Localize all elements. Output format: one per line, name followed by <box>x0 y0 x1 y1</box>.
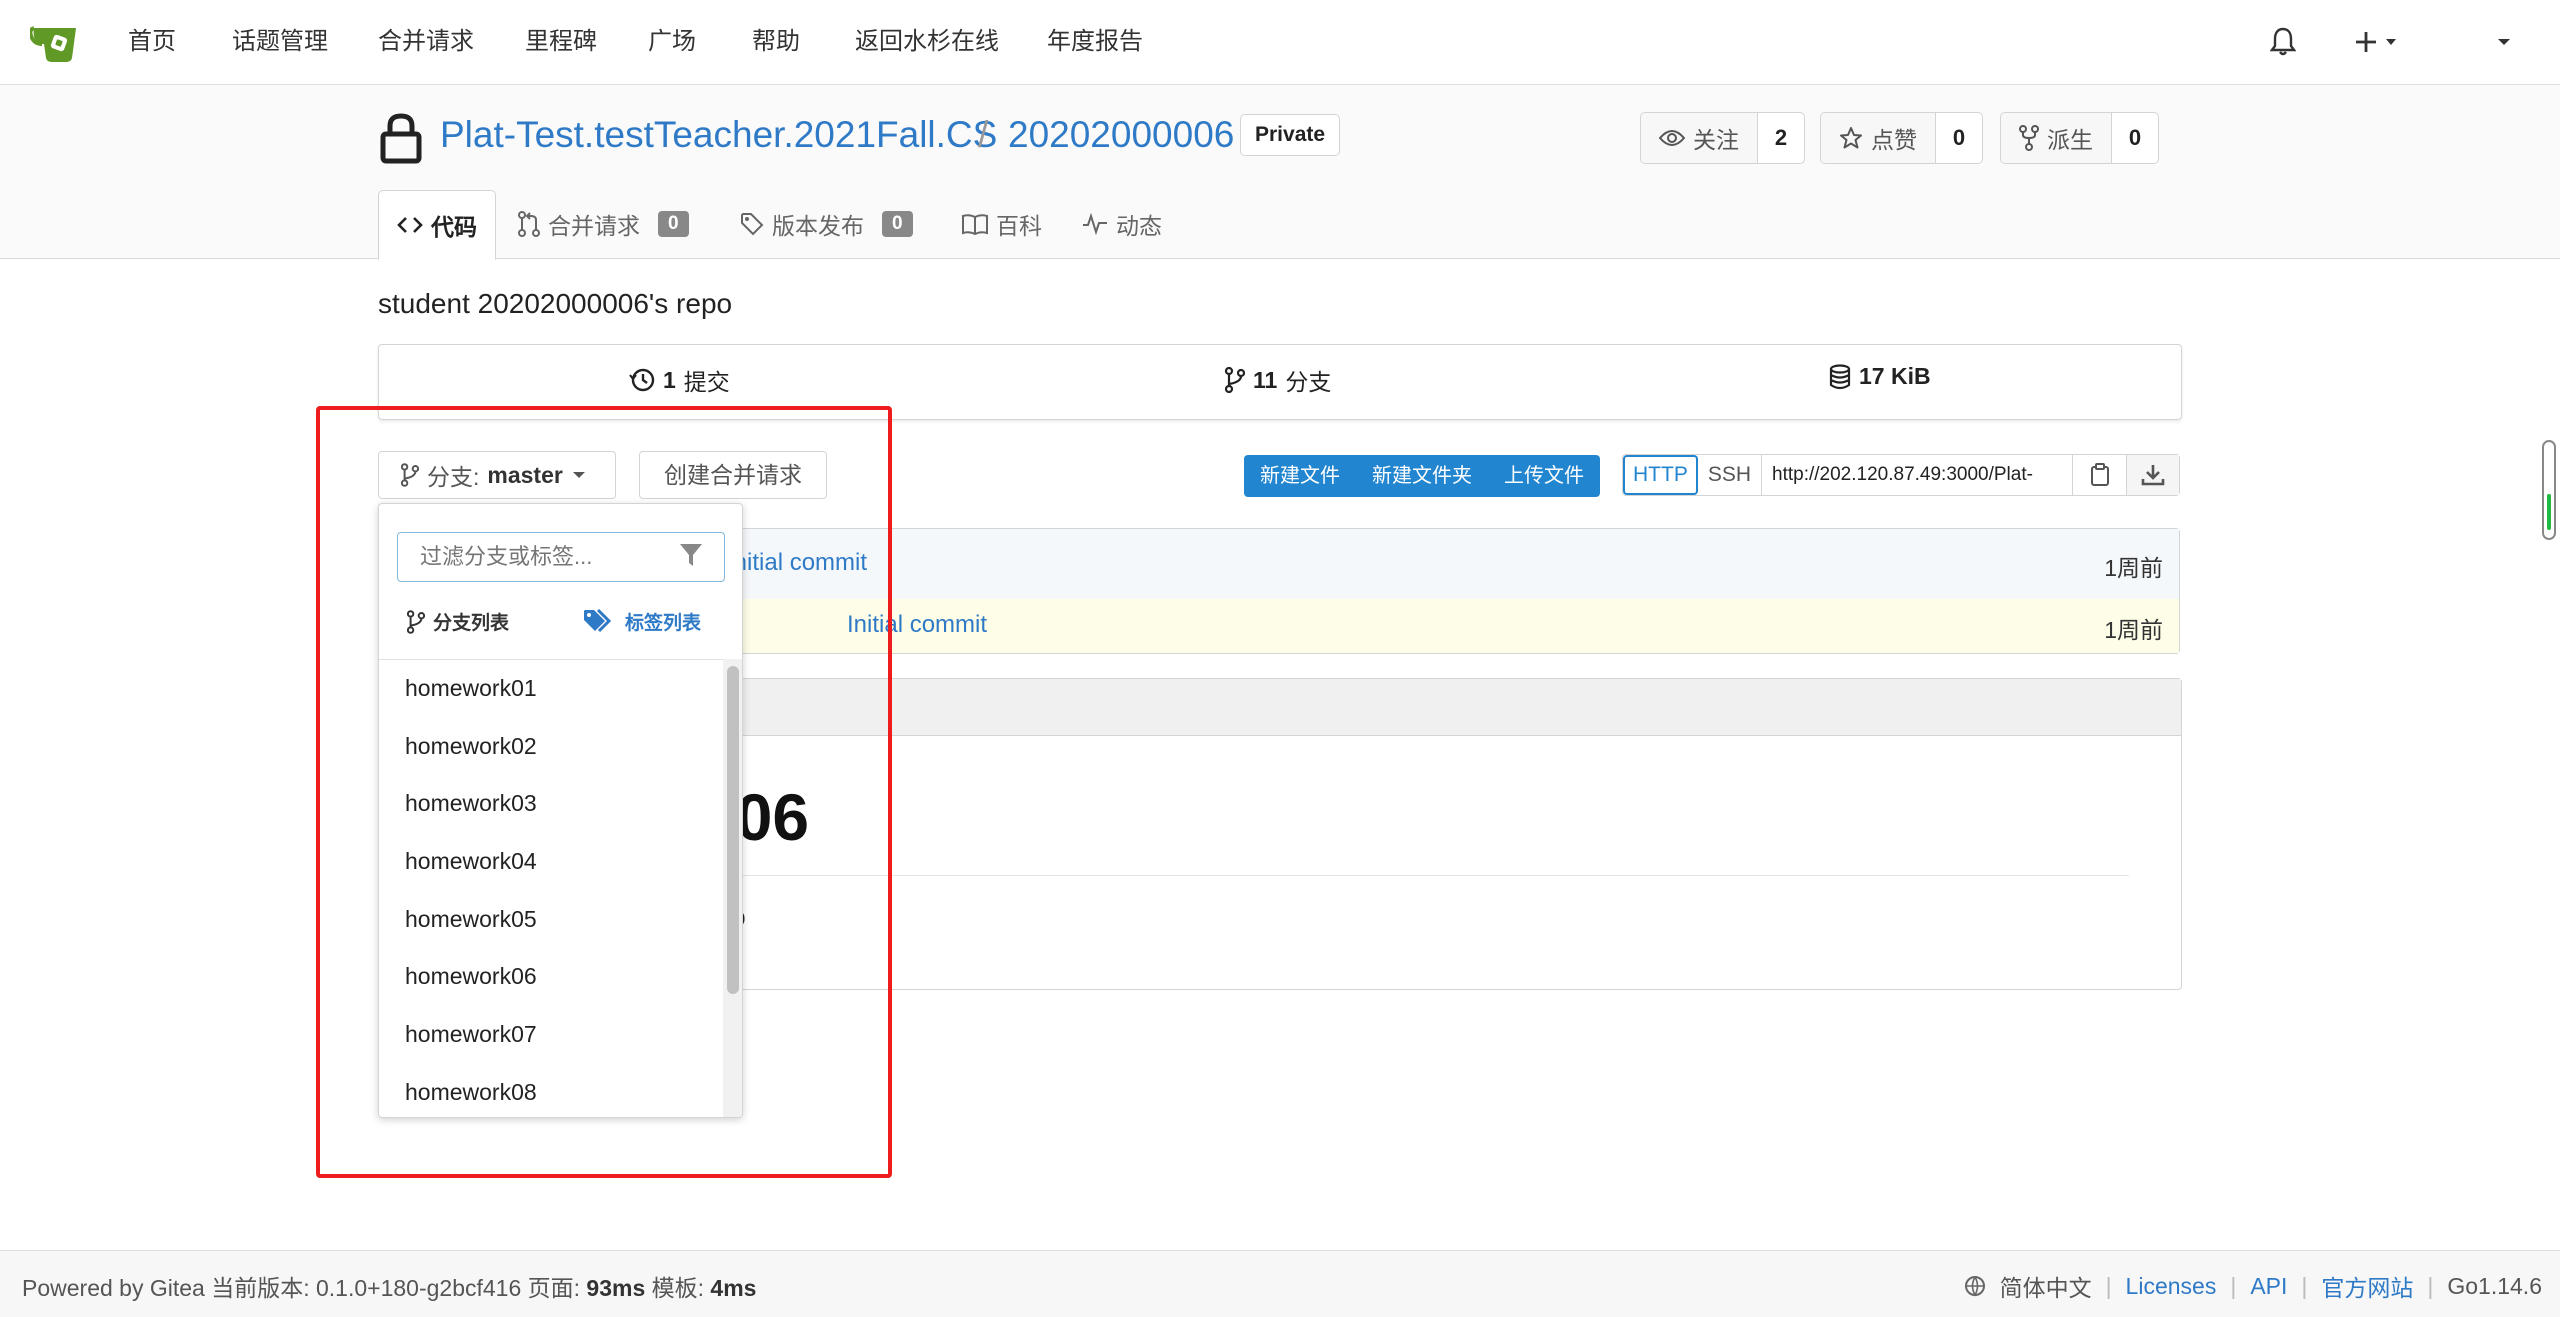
footer-links: 简体中文 | Licenses | API | 官方网站 | Go1.14.6 <box>1964 1269 2542 1303</box>
star-icon <box>1840 127 1862 149</box>
fork-label: 派生 <box>2047 127 2093 153</box>
file-actions-group: 新建文件 新建文件夹 上传文件 <box>1244 455 1600 497</box>
red-annotation-box <box>316 406 892 1178</box>
repo-description: student 20202000006's repo <box>378 288 733 319</box>
new-file-button[interactable]: 新建文件 <box>1244 455 1356 497</box>
repo-name-link[interactable]: 20202000006 <box>1008 110 1234 160</box>
official-site-link[interactable]: 官方网站 <box>2321 1269 2413 1303</box>
watch-label: 关注 <box>1693 127 1739 153</box>
nav-home[interactable]: 首页 <box>128 26 176 58</box>
template-time: 4ms <box>710 1275 757 1301</box>
http-clone-button[interactable]: HTTP <box>1623 455 1698 495</box>
tab-releases-label: 版本发布 <box>772 213 864 239</box>
file-commit-time: 1周前 <box>2104 617 2163 643</box>
clone-url-input[interactable]: http://202.120.87.49:3000/Plat- <box>1762 455 2074 495</box>
branches-stat[interactable]: 11 分支 <box>1225 363 1331 397</box>
nav-topics[interactable]: 话题管理 <box>232 26 328 58</box>
footer: Powered by Gitea 当前版本: 0.1.0+180-g2bcf41… <box>0 1250 2560 1317</box>
tab-code-label: 代码 <box>431 214 477 240</box>
repo-size: 17 KiB <box>1859 363 1931 389</box>
repo-path-separator: / <box>978 114 989 155</box>
clone-panel: HTTP SSH http://202.120.87.49:3000/Plat- <box>1622 454 2180 496</box>
footer-separator: | <box>2427 1272 2434 1299</box>
go-version: Go1.14.6 <box>2447 1272 2542 1299</box>
powered-by-text: Powered by Gitea 当前版本: 0.1.0+180-g2bcf41… <box>22 1275 581 1301</box>
tab-activity-label: 动态 <box>1116 213 1162 239</box>
plus-icon[interactable] <box>2354 26 2402 58</box>
nav-back-online[interactable]: 返回水杉在线 <box>855 26 999 58</box>
database-icon <box>1829 363 1851 389</box>
nav-pulls[interactable]: 合并请求 <box>378 26 474 58</box>
footer-separator: | <box>2230 1272 2237 1299</box>
footer-separator: | <box>2105 1272 2112 1299</box>
nav-help[interactable]: 帮助 <box>752 26 800 58</box>
eye-icon <box>1659 130 1685 146</box>
tab-pulls-label: 合并请求 <box>548 213 640 239</box>
globe-icon <box>1964 1276 1985 1297</box>
lock-icon <box>380 112 422 164</box>
tab-wiki[interactable]: 百科 <box>962 190 1042 258</box>
book-icon <box>962 214 988 235</box>
tab-activity[interactable]: 动态 <box>1082 190 1162 258</box>
star-button[interactable]: 点赞 0 <box>1820 112 1983 164</box>
watch-count[interactable]: 2 <box>1758 113 1804 163</box>
page-scroll-indicator[interactable] <box>2542 440 2556 540</box>
download-icon[interactable] <box>2126 455 2179 495</box>
user-menu-chevron-down-icon[interactable] <box>2494 26 2514 58</box>
watch-button[interactable]: 关注 2 <box>1640 112 1805 164</box>
branches-label: 分支 <box>1285 369 1332 395</box>
bell-icon[interactable] <box>2269 26 2297 58</box>
commits-stat[interactable]: 1 提交 <box>629 363 730 397</box>
nav-explore[interactable]: 广场 <box>648 26 696 58</box>
new-folder-button[interactable]: 新建文件夹 <box>1356 455 1488 497</box>
footer-info: Powered by Gitea 当前版本: 0.1.0+180-g2bcf41… <box>22 1269 756 1303</box>
latest-commit-time: 1周前 <box>2104 555 2163 581</box>
footer-separator: | <box>2301 1272 2308 1299</box>
code-icon <box>397 217 423 233</box>
nav-annual-report[interactable]: 年度报告 <box>1047 26 1143 58</box>
fork-count[interactable]: 0 <box>2112 113 2158 163</box>
upload-file-button[interactable]: 上传文件 <box>1488 455 1600 497</box>
releases-count-badge: 0 <box>882 211 913 237</box>
tab-wiki-label: 百科 <box>996 213 1042 239</box>
tab-code[interactable]: 代码 <box>378 190 496 260</box>
pulse-icon <box>1083 213 1107 235</box>
branch-icon <box>1225 367 1245 393</box>
commits-label: 提交 <box>683 369 730 395</box>
star-count[interactable]: 0 <box>1936 113 1982 163</box>
fork-button[interactable]: 派生 0 <box>2000 112 2159 164</box>
branches-count: 11 <box>1253 366 1278 393</box>
nav-milestones[interactable]: 里程碑 <box>525 26 597 58</box>
size-stat: 17 KiB <box>1829 363 1931 390</box>
copy-clipboard-icon[interactable] <box>2073 455 2127 495</box>
tab-releases[interactable]: 版本发布 0 <box>740 190 913 258</box>
history-icon <box>629 368 655 392</box>
api-link[interactable]: API <box>2250 1273 2287 1300</box>
commits-count: 1 <box>663 366 676 393</box>
pull-request-icon <box>518 211 540 237</box>
repo-owner-link[interactable]: Plat-Test.testTeacher.2021Fall.CS <box>440 110 997 160</box>
gitea-logo-icon[interactable] <box>28 18 80 64</box>
template-label: 模板: <box>651 1275 705 1301</box>
top-navbar: 首页 话题管理 合并请求 里程碑 广场 帮助 返回水杉在线 年度报告 <box>0 0 2560 85</box>
star-label: 点赞 <box>1871 127 1917 153</box>
ssh-clone-button[interactable]: SSH <box>1698 455 1763 495</box>
licenses-link[interactable]: Licenses <box>2126 1273 2217 1300</box>
fork-icon <box>2019 125 2039 151</box>
language-selector[interactable]: 简体中文 <box>2000 1269 2092 1303</box>
pulls-count-badge: 0 <box>658 211 689 237</box>
page-time: 93ms <box>586 1275 646 1301</box>
private-badge: Private <box>1240 114 1341 156</box>
readme-divider <box>699 875 2129 876</box>
tab-pulls[interactable]: 合并请求 0 <box>518 190 689 258</box>
tag-icon <box>741 213 764 236</box>
